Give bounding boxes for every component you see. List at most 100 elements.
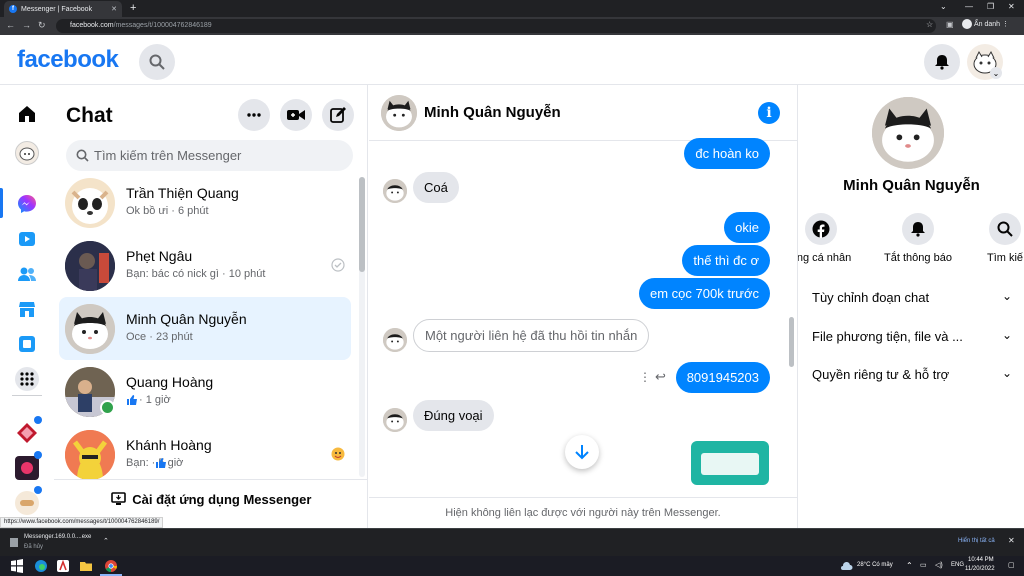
friends-icon[interactable] <box>15 262 39 286</box>
privacy-support-section[interactable]: Quyền riêng tư & hỗ trợ ⌄ <box>812 366 1012 382</box>
scroll-to-bottom-button[interactable] <box>565 435 599 469</box>
bookmark-star-icon[interactable]: ☆ <box>926 20 933 29</box>
chevron-down-icon[interactable]: ⌄ <box>940 2 947 11</box>
message-incoming[interactable]: Đúng voại <box>413 400 494 431</box>
mute-action[interactable]: Tắt thông báo <box>873 213 963 264</box>
section-label: Quyền riêng tư & hỗ trợ <box>812 367 950 382</box>
windows-start-icon[interactable] <box>10 559 24 573</box>
search-button[interactable] <box>139 44 175 80</box>
message-outgoing[interactable]: em cọc 700k trước <box>639 278 770 309</box>
conversation-item-active[interactable]: Minh Quân Nguyễn Oce · 23 phút <box>59 297 351 360</box>
notifications-button[interactable] <box>924 44 960 80</box>
message-more-icon[interactable]: ⋮ <box>639 370 651 384</box>
edge-icon[interactable] <box>34 559 48 573</box>
reply-icon[interactable]: ↩ <box>655 369 666 385</box>
conversation-header: Minh Quân Nguyễn i <box>369 85 797 141</box>
weather-text[interactable]: 28°C Có mây <box>857 562 893 568</box>
home-icon[interactable] <box>15 102 39 126</box>
download-status: Đã hủy <box>24 544 44 550</box>
chevron-down-icon: ⌄ <box>1001 366 1012 380</box>
marketplace-icon[interactable] <box>15 297 39 321</box>
scrollbar-thumb[interactable] <box>359 177 365 272</box>
messenger-search-input[interactable]: Tìm kiếm trên Messenger <box>66 140 353 171</box>
profile-avatar-icon[interactable] <box>15 141 39 165</box>
chat-list-scrollbar[interactable] <box>359 177 365 477</box>
volume-icon[interactable]: ◁) <box>935 561 943 569</box>
sender-avatar <box>383 179 407 203</box>
scrollbar-thumb[interactable] <box>789 317 794 367</box>
desktop-icon <box>110 492 126 505</box>
bell-icon <box>935 55 949 70</box>
close-download-bar-icon[interactable]: ✕ <box>1008 536 1015 545</box>
conversation-item[interactable]: Phẹt Ngâu Bạn: bác có nick gì · 10 phút <box>59 234 351 297</box>
message-outgoing[interactable]: thế thì đc ơ <box>682 245 770 276</box>
watch-icon[interactable] <box>15 227 39 251</box>
account-chevron-icon[interactable]: ⌄ <box>990 67 1002 79</box>
thumbs-up-icon <box>156 458 166 468</box>
incognito-icon <box>962 19 972 29</box>
facebook-header: facebook ⌄ <box>0 35 1024 85</box>
incognito-profile[interactable]: Ẩn danh ⋮ <box>962 19 1009 29</box>
conversation-preview: Ok bồ ưi · 6 phút <box>126 205 209 217</box>
acrobat-icon[interactable] <box>56 559 70 573</box>
cloud-icon <box>841 561 853 570</box>
conversation-item[interactable]: Khánh Hoàng Bạn: · 5 giờ <box>59 423 351 486</box>
search-action[interactable]: Tìm kiế <box>960 213 1024 264</box>
language-indicator[interactable]: ENG <box>951 562 964 568</box>
tray-chevron-icon[interactable]: ⌃ <box>906 561 913 570</box>
conversation-contact-name[interactable]: Minh Quân Nguyễn <box>424 104 561 121</box>
notification-dot <box>34 451 42 459</box>
message-image-attachment[interactable] <box>691 441 769 485</box>
chevron-up-icon[interactable]: ⌃ <box>103 537 109 545</box>
url-field[interactable]: facebook.com/messages/t/100004762846189 <box>56 19 936 33</box>
search-action-label: Tìm kiế <box>986 252 1024 264</box>
info-icon[interactable]: i <box>758 102 780 124</box>
new-message-button[interactable] <box>322 99 354 131</box>
conversation-scrollbar[interactable] <box>788 145 794 490</box>
chat-options-button[interactable] <box>238 99 270 131</box>
facebook-logo[interactable]: facebook <box>17 46 119 74</box>
message-incoming[interactable]: Coá <box>413 172 459 203</box>
close-tab-icon[interactable]: ✕ <box>111 5 117 13</box>
shortcut-page-icon[interactable] <box>15 491 39 515</box>
bell-icon <box>902 213 934 245</box>
forward-icon[interactable]: → <box>22 20 31 30</box>
contact-avatar-large <box>872 97 944 169</box>
conversation-item[interactable]: Quang Hoàng · 1 giờ <box>59 360 351 423</box>
message-outgoing[interactable]: đc hoàn ko <box>684 138 770 169</box>
close-window-icon[interactable]: ✕ <box>1008 2 1015 11</box>
file-explorer-icon[interactable] <box>79 559 93 573</box>
back-icon[interactable]: ← <box>6 20 15 30</box>
shortcut-game-2-icon[interactable] <box>15 456 39 480</box>
conversation-preview: Oce · 23 phút <box>126 331 193 343</box>
chrome-icon[interactable] <box>104 559 118 573</box>
contact-avatar[interactable] <box>381 95 417 131</box>
download-filename[interactable]: Messenger.169.0.0....exe <box>24 534 91 540</box>
notification-dot <box>34 486 42 494</box>
media-files-section[interactable]: File phương tiện, file và ... ⌄ <box>812 328 1012 344</box>
new-tab-button[interactable]: + <box>130 2 136 14</box>
restore-icon[interactable]: ❐ <box>987 2 994 11</box>
clock-time[interactable]: 10:44 PM <box>968 557 994 563</box>
notification-center-icon[interactable]: ▢ <box>1008 561 1015 569</box>
address-bar-row: ← → ↻ facebook.com/messages/t/1000047628… <box>0 17 1024 35</box>
side-panel-icon[interactable]: ▣ <box>946 20 954 29</box>
browser-tab[interactable]: f Messenger | Facebook ✕ <box>4 1 122 17</box>
reload-icon[interactable]: ↻ <box>38 20 46 31</box>
search-icon <box>76 149 89 162</box>
new-room-button[interactable] <box>280 99 312 131</box>
message-outgoing[interactable]: okie <box>724 212 770 243</box>
minimize-icon[interactable]: — <box>965 2 973 11</box>
conversation-item[interactable]: Trần Thiện Quang Ok bồ ưi · 6 phút <box>59 171 351 234</box>
gaming-icon[interactable] <box>15 332 39 356</box>
messenger-icon[interactable] <box>15 192 39 216</box>
shortcut-game-1-icon[interactable] <box>15 421 39 445</box>
network-icon[interactable]: ▭ <box>920 561 927 569</box>
conversation-name: Minh Quân Nguyễn <box>126 311 247 327</box>
clock-date[interactable]: 11/20/2022 <box>965 566 995 572</box>
message-outgoing[interactable]: 8091945203 <box>675 362 770 393</box>
customize-chat-section[interactable]: Tùy chỉnh đoạn chat ⌄ <box>812 289 1012 305</box>
profile-action[interactable]: ang cá nhân <box>798 213 866 264</box>
show-all-downloads[interactable]: Hiển thị tất cả <box>958 538 995 544</box>
menu-grid-icon[interactable] <box>15 367 39 391</box>
